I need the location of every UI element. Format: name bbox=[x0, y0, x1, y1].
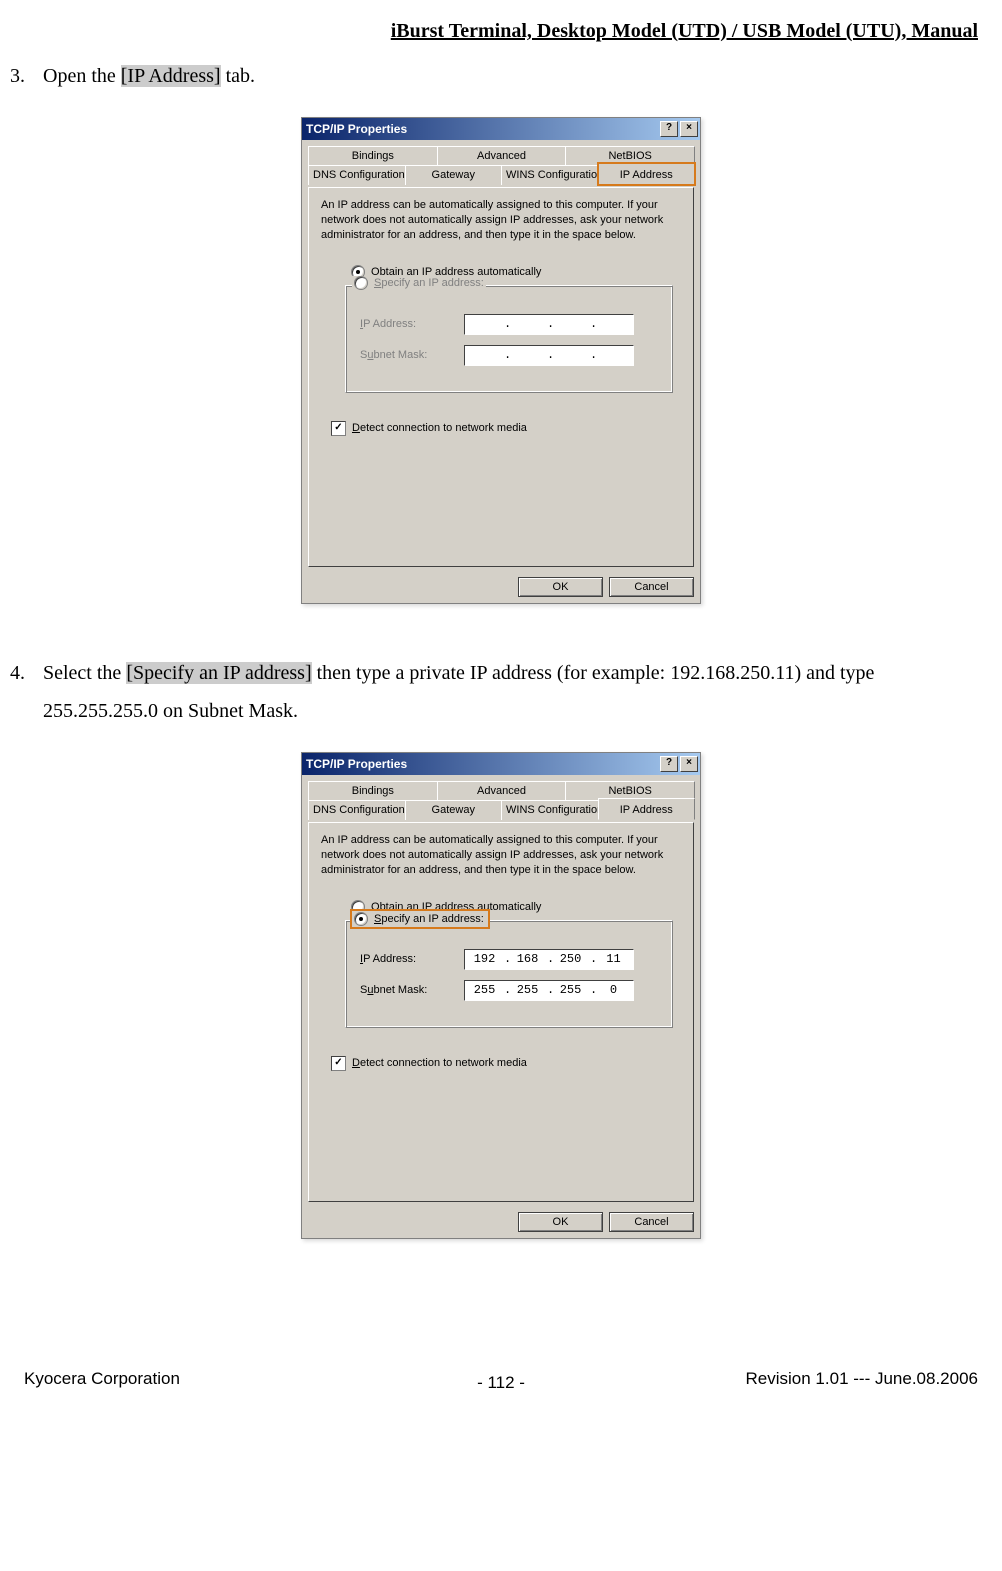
tab-bindings[interactable]: Bindings bbox=[308, 781, 438, 800]
step-4: 4. Select the [Specify an IP address] th… bbox=[0, 644, 1002, 740]
detect-checkbox[interactable]: ✓ bbox=[331, 1056, 346, 1071]
close-button[interactable]: × bbox=[680, 121, 698, 137]
step-3-num: 3. bbox=[10, 57, 25, 95]
subnet-mask-input[interactable]: . . . bbox=[464, 345, 634, 366]
footer-center: - 112 - bbox=[477, 1373, 525, 1393]
subnet-mask-input[interactable]: 255. 255. 255. 0 bbox=[464, 980, 634, 1001]
ok-button[interactable]: OK bbox=[518, 1212, 603, 1232]
detect-label: Detect connection to network media bbox=[352, 1057, 527, 1069]
tab-dns[interactable]: DNS Configuration bbox=[308, 165, 406, 185]
step-3: 3. Open the [IP Address] tab. bbox=[0, 47, 1002, 105]
help-button[interactable]: ? bbox=[660, 121, 678, 137]
subnet-label: Subnet Mask: bbox=[360, 984, 440, 996]
step-4-text: Select the [Specify an IP address] then … bbox=[43, 654, 978, 730]
dialog-description: An IP address can be automatically assig… bbox=[321, 833, 681, 878]
step-4-highlight: [Specify an IP address] bbox=[126, 662, 311, 684]
dialog-title: TCP/IP Properties bbox=[306, 122, 658, 136]
tab-ipaddress[interactable]: IP Address bbox=[598, 163, 696, 185]
dialog-title: TCP/IP Properties bbox=[306, 757, 658, 771]
ip-label: IP Address: bbox=[360, 953, 440, 965]
step-4-num: 4. bbox=[10, 654, 25, 730]
titlebar: TCP/IP Properties ? × bbox=[302, 118, 700, 140]
page-header: iBurst Terminal, Desktop Model (UTD) / U… bbox=[0, 20, 1002, 47]
tab-dns[interactable]: DNS Configuration bbox=[308, 800, 406, 820]
radio-specify[interactable] bbox=[354, 276, 368, 290]
ip-address-input[interactable]: . . . bbox=[464, 314, 634, 335]
radio-specify[interactable] bbox=[354, 912, 368, 926]
help-button[interactable]: ? bbox=[660, 756, 678, 772]
ip-address-input[interactable]: 192. 168. 250. 11 bbox=[464, 949, 634, 970]
tab-ipaddress[interactable]: IP Address bbox=[598, 798, 696, 820]
cancel-button[interactable]: Cancel bbox=[609, 577, 694, 597]
detect-checkbox[interactable]: ✓ bbox=[331, 421, 346, 436]
tab-wins[interactable]: WINS Configuration bbox=[501, 165, 599, 185]
tcpip-dialog-1: TCP/IP Properties ? × Bindings Advanced … bbox=[301, 117, 701, 604]
tcpip-dialog-2: TCP/IP Properties ? × Bindings Advanced … bbox=[301, 752, 701, 1239]
tab-wins[interactable]: WINS Configuration bbox=[501, 800, 599, 820]
dialog-description: An IP address can be automatically assig… bbox=[321, 198, 681, 243]
subnet-label: Subnet Mask: bbox=[360, 349, 440, 361]
tab-advanced[interactable]: Advanced bbox=[437, 146, 567, 165]
ok-button[interactable]: OK bbox=[518, 577, 603, 597]
ip-label: IP Address: bbox=[360, 318, 440, 330]
titlebar: TCP/IP Properties ? × bbox=[302, 753, 700, 775]
tab-gateway[interactable]: Gateway bbox=[405, 165, 503, 185]
step-3-highlight: [IP Address] bbox=[121, 65, 221, 87]
tab-bindings[interactable]: Bindings bbox=[308, 146, 438, 165]
footer-left: Kyocera Corporation bbox=[24, 1369, 180, 1389]
close-button[interactable]: × bbox=[680, 756, 698, 772]
detect-label: Detect connection to network media bbox=[352, 422, 527, 434]
tab-advanced[interactable]: Advanced bbox=[437, 781, 567, 800]
tab-gateway[interactable]: Gateway bbox=[405, 800, 503, 820]
footer-right: Revision 1.01 --- June.08.2006 bbox=[746, 1369, 978, 1389]
page-footer: Kyocera Corporation - 112 - Revision 1.0… bbox=[0, 1349, 1002, 1389]
cancel-button[interactable]: Cancel bbox=[609, 1212, 694, 1232]
step-3-text: Open the [IP Address] tab. bbox=[43, 57, 978, 95]
